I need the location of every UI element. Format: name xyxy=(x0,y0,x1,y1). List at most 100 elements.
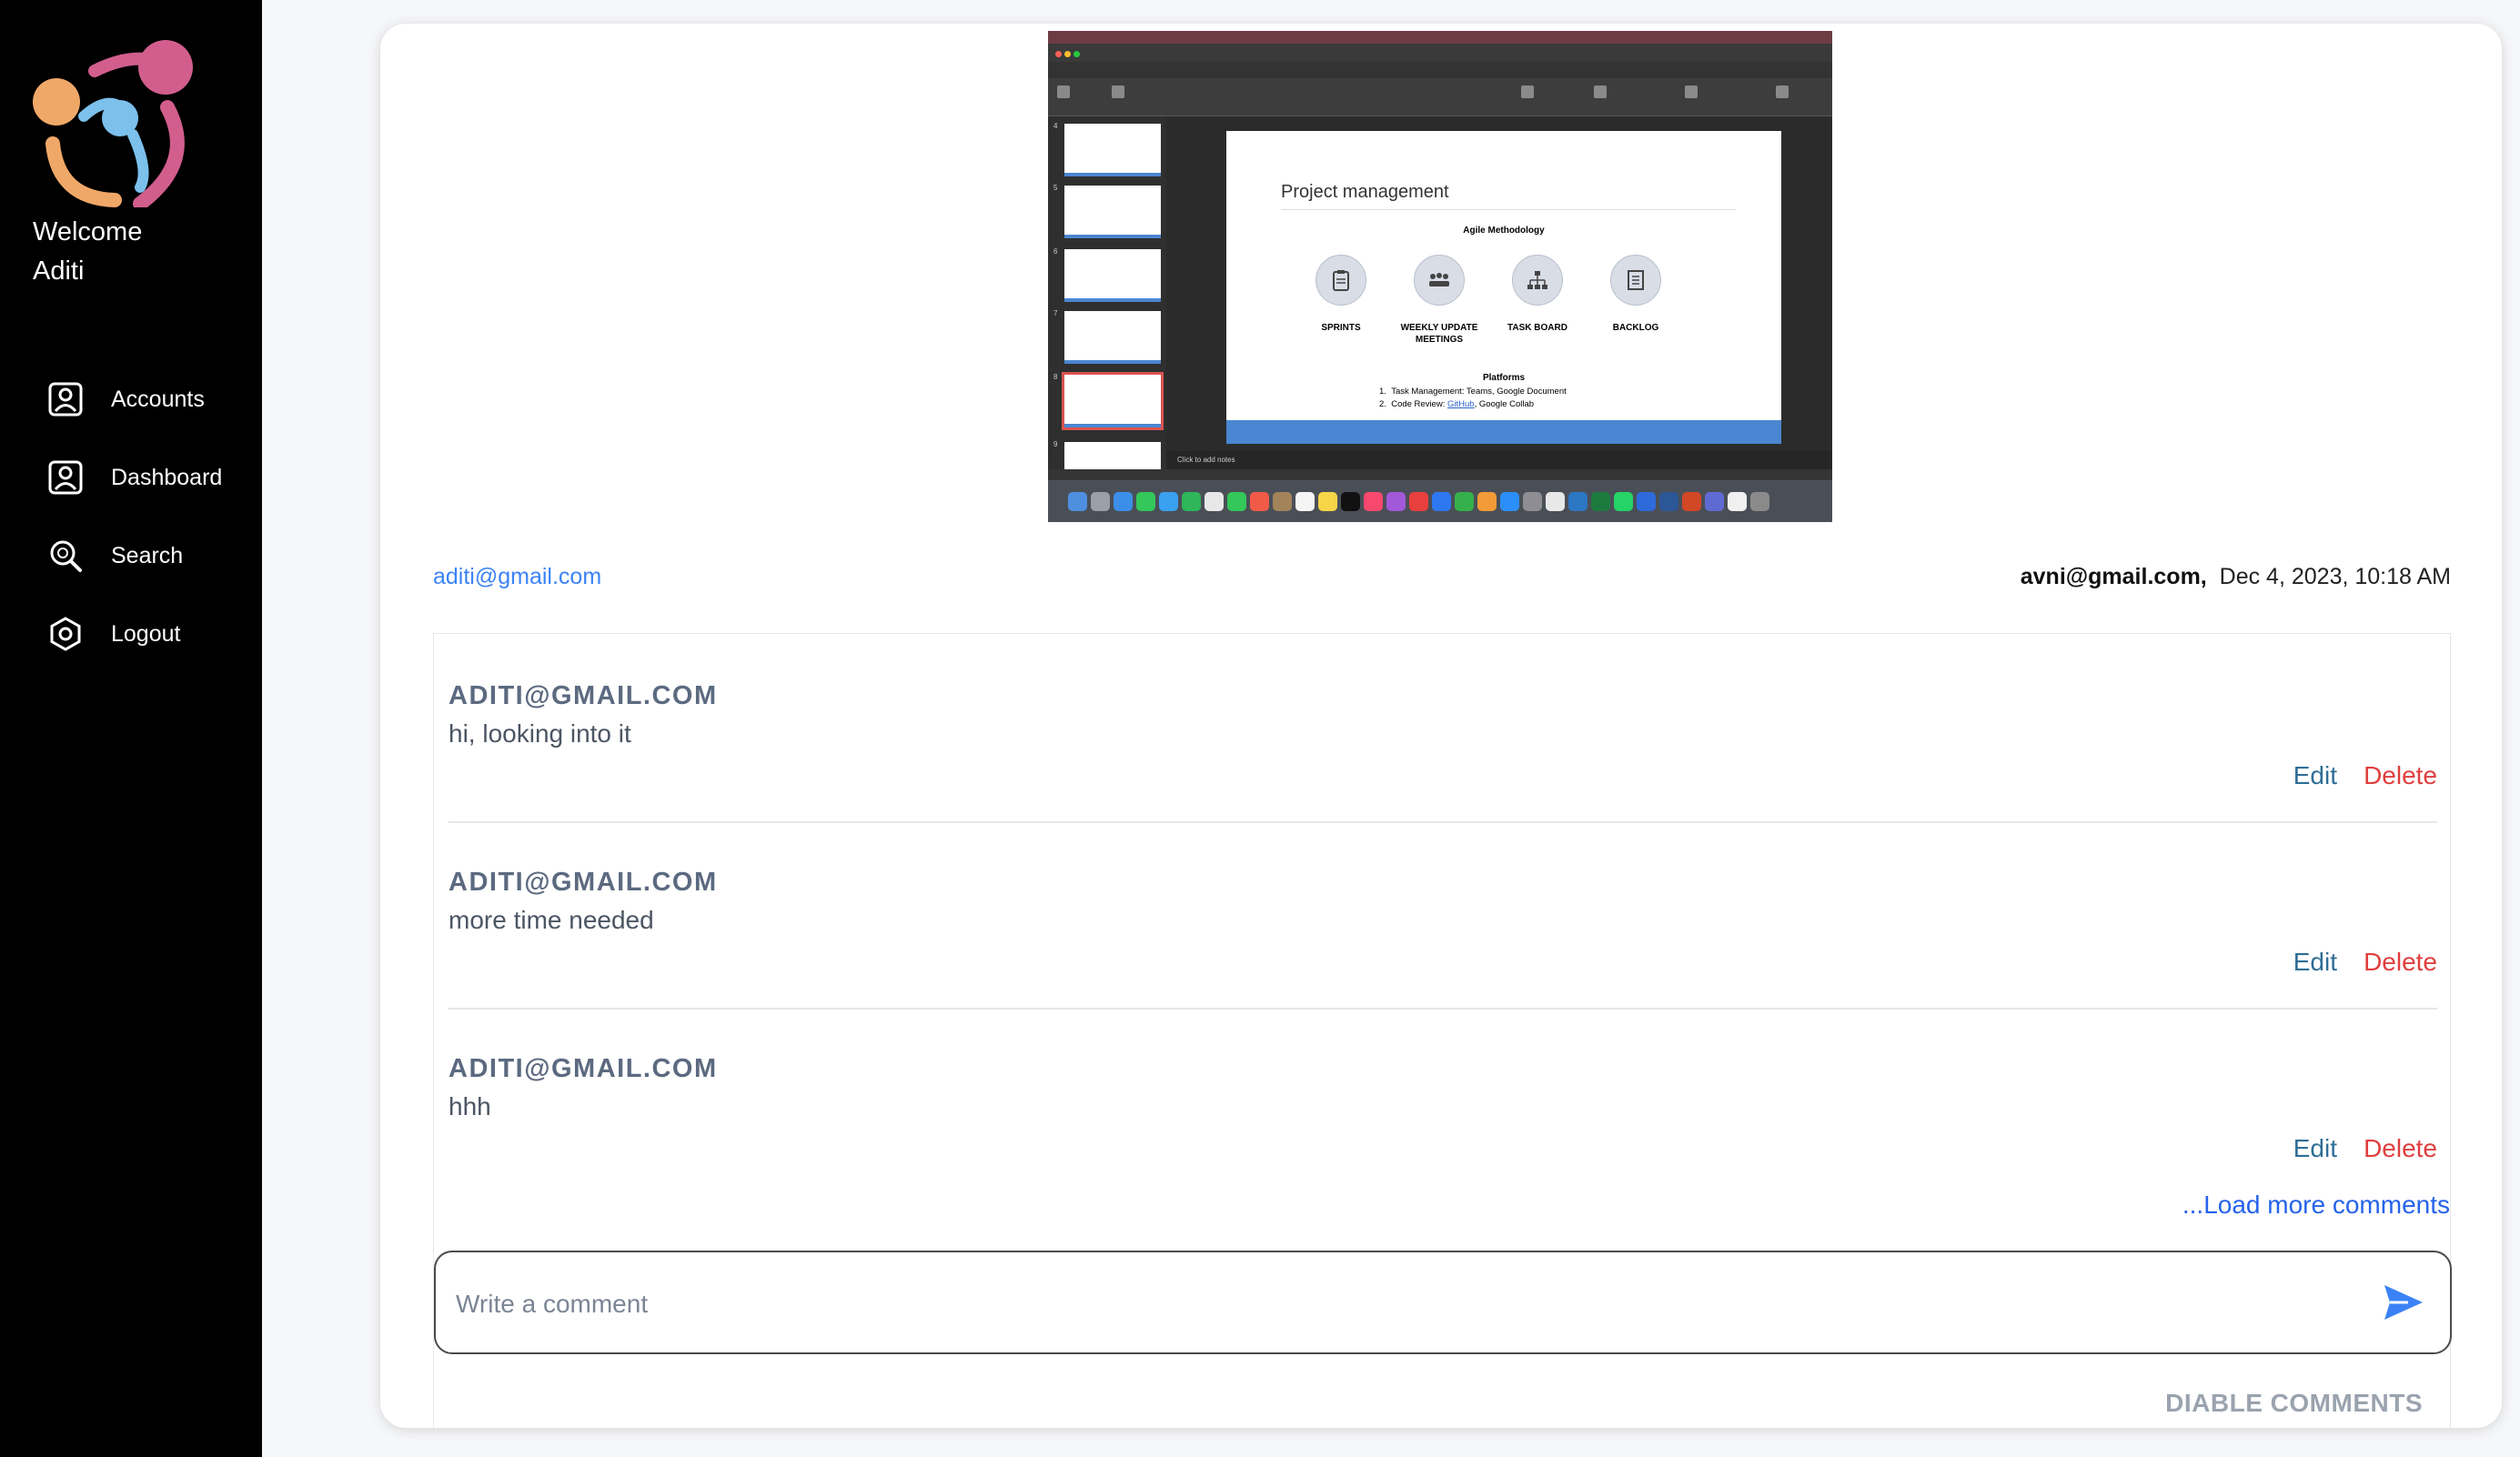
edit-comment-button[interactable]: Edit xyxy=(2293,761,2337,790)
thumb-number: 5 xyxy=(1053,184,1058,192)
post-timestamp: Dec 4, 2023, 10:18 AM xyxy=(2219,564,2451,589)
agile-item-label: BACKLOG xyxy=(1612,323,1659,333)
comments-section: ADITI@GMAIL.COM hi, looking into it Edit… xyxy=(433,633,2452,1428)
podcasts-icon xyxy=(1386,491,1406,511)
account-box-icon xyxy=(45,457,86,497)
edit-comment-button[interactable]: Edit xyxy=(2293,948,2337,977)
attachment-image[interactable]: 4 5 6 7 8 9 Project management Agile Met… xyxy=(1048,31,1832,522)
slide-title: Project management xyxy=(1281,182,1449,202)
messages-icon xyxy=(1136,491,1155,511)
poster-email-link[interactable]: aditi@gmail.com xyxy=(433,564,601,590)
tv-icon xyxy=(1341,491,1360,511)
platform-text: , Google Collab xyxy=(1474,399,1535,409)
app-logo xyxy=(33,40,193,207)
teams-icon xyxy=(1705,491,1724,511)
sidebar: Welcome Aditi Accounts Dashboard Search xyxy=(0,0,262,1457)
sidebar-item-label: Accounts xyxy=(111,386,205,412)
comment-item: ADITI@GMAIL.COM more time needed Edit De… xyxy=(449,820,2437,1010)
thumb-number: 9 xyxy=(1053,440,1058,448)
platform-item: 1. Task Management: Teams, Google Docume… xyxy=(1379,387,1567,397)
preview-icon xyxy=(1728,491,1747,511)
notes-icon xyxy=(1318,491,1337,511)
designer-icon xyxy=(1776,85,1789,98)
clipboard-icon xyxy=(1315,255,1366,306)
slide-thumbnail xyxy=(1064,249,1161,302)
delete-comment-button[interactable]: Delete xyxy=(2364,948,2437,977)
slide-thumbnail-selected xyxy=(1062,372,1164,430)
agile-item-label: TASK BOARD xyxy=(1507,323,1567,333)
list-document-icon xyxy=(1610,255,1661,306)
shapes-icon xyxy=(1594,85,1607,98)
vscode-icon xyxy=(1568,491,1588,511)
comment-text: more time needed xyxy=(449,906,654,934)
sidebar-item-search[interactable]: Search xyxy=(45,517,222,595)
new-slide-icon xyxy=(1112,85,1124,98)
load-more-comments-link[interactable]: ...Load more comments xyxy=(2182,1191,2450,1220)
word-icon xyxy=(1659,491,1678,511)
meeting-icon xyxy=(1414,255,1465,306)
github-link: GitHub xyxy=(1446,399,1475,409)
slide-divider xyxy=(1281,209,1736,210)
comment-text: hi, looking into it xyxy=(449,719,631,748)
account-box-icon xyxy=(45,379,86,419)
agile-item-label: SPRINTS xyxy=(1321,323,1361,333)
post-meta: avni@gmail.com, Dec 4, 2023, 10:18 AM xyxy=(2021,564,2451,590)
platform-item: 2. Code Review: GitHub, Google Collab xyxy=(1379,399,1535,409)
sidebar-item-dashboard[interactable]: Dashboard xyxy=(45,438,222,517)
news-icon xyxy=(1409,491,1428,511)
launchpad-icon xyxy=(1091,491,1110,511)
sidebar-item-accounts[interactable]: Accounts xyxy=(45,360,222,438)
finder-icon xyxy=(1068,491,1087,511)
comment-input[interactable] xyxy=(456,1280,2330,1329)
sidebar-nav: Accounts Dashboard Search Logout xyxy=(45,360,222,673)
contacts-icon xyxy=(1273,491,1292,511)
slide-subtitle: Agile Methodology xyxy=(1463,226,1545,236)
welcome-line: Welcome xyxy=(33,217,143,246)
numbers-icon xyxy=(1455,491,1474,511)
slide-thumbnail xyxy=(1064,124,1161,176)
mac-menubar xyxy=(1048,31,1832,44)
delete-comment-button[interactable]: Delete xyxy=(2364,1134,2437,1163)
calendar-icon xyxy=(1250,491,1269,511)
platform-text: Task Management: Teams, Google Document xyxy=(1391,387,1567,397)
sidebar-item-label: Search xyxy=(111,542,184,568)
sidebar-item-logout[interactable]: Logout xyxy=(45,595,222,673)
picture-icon xyxy=(1521,85,1534,98)
ribbon-tabs xyxy=(1048,62,1832,78)
assignee-email: avni@gmail.com, xyxy=(2020,564,2207,589)
music-icon xyxy=(1364,491,1383,511)
logout-hexagon-icon xyxy=(45,614,86,654)
pages-icon xyxy=(1477,491,1497,511)
delete-comment-button[interactable]: Delete xyxy=(2364,761,2437,790)
ribbon-toolbar xyxy=(1048,78,1832,116)
org-chart-icon xyxy=(1512,255,1563,306)
send-icon[interactable] xyxy=(2381,1280,2426,1325)
slide-canvas: Project management Agile Methodology SPR… xyxy=(1226,131,1781,444)
edit-comment-button[interactable]: Edit xyxy=(2293,1134,2337,1163)
comment-item: ADITI@GMAIL.COM hi, looking into it Edit… xyxy=(449,634,2437,823)
whatsapp-icon xyxy=(1614,491,1633,511)
post-card: 4 5 6 7 8 9 Project management Agile Met… xyxy=(380,24,2502,1428)
user-name: Aditi xyxy=(33,256,85,286)
chrome-icon xyxy=(1546,491,1565,511)
keynote-icon xyxy=(1432,491,1451,511)
arrange-icon xyxy=(1685,85,1698,98)
slide-thumbnail xyxy=(1064,311,1161,364)
platforms-heading: Platforms xyxy=(1482,373,1526,383)
zoom-dot-icon xyxy=(1074,51,1080,57)
thumb-number: 7 xyxy=(1053,309,1058,317)
disable-comments-button[interactable]: DIABLE COMMENTS xyxy=(2165,1389,2423,1418)
comment-input-box xyxy=(434,1251,2452,1354)
settings-icon xyxy=(1523,491,1542,511)
comment-author: ADITI@GMAIL.COM xyxy=(449,1054,718,1083)
agile-item-label: WEEKLY UPDATE MEETINGS xyxy=(1400,323,1478,345)
slide-thumbnails: 4 5 6 7 8 9 xyxy=(1048,116,1166,498)
reminders-icon xyxy=(1295,491,1315,511)
mac-dock xyxy=(1048,480,1832,522)
slide-thumbnail xyxy=(1064,186,1161,238)
close-dot-icon xyxy=(1055,51,1062,57)
zoom-icon xyxy=(1637,491,1656,511)
platforms-list: 1. Task Management: Teams, Google Docume… xyxy=(1379,386,1567,411)
platform-text: Code Review: xyxy=(1391,399,1447,409)
comment-author: ADITI@GMAIL.COM xyxy=(449,868,718,897)
